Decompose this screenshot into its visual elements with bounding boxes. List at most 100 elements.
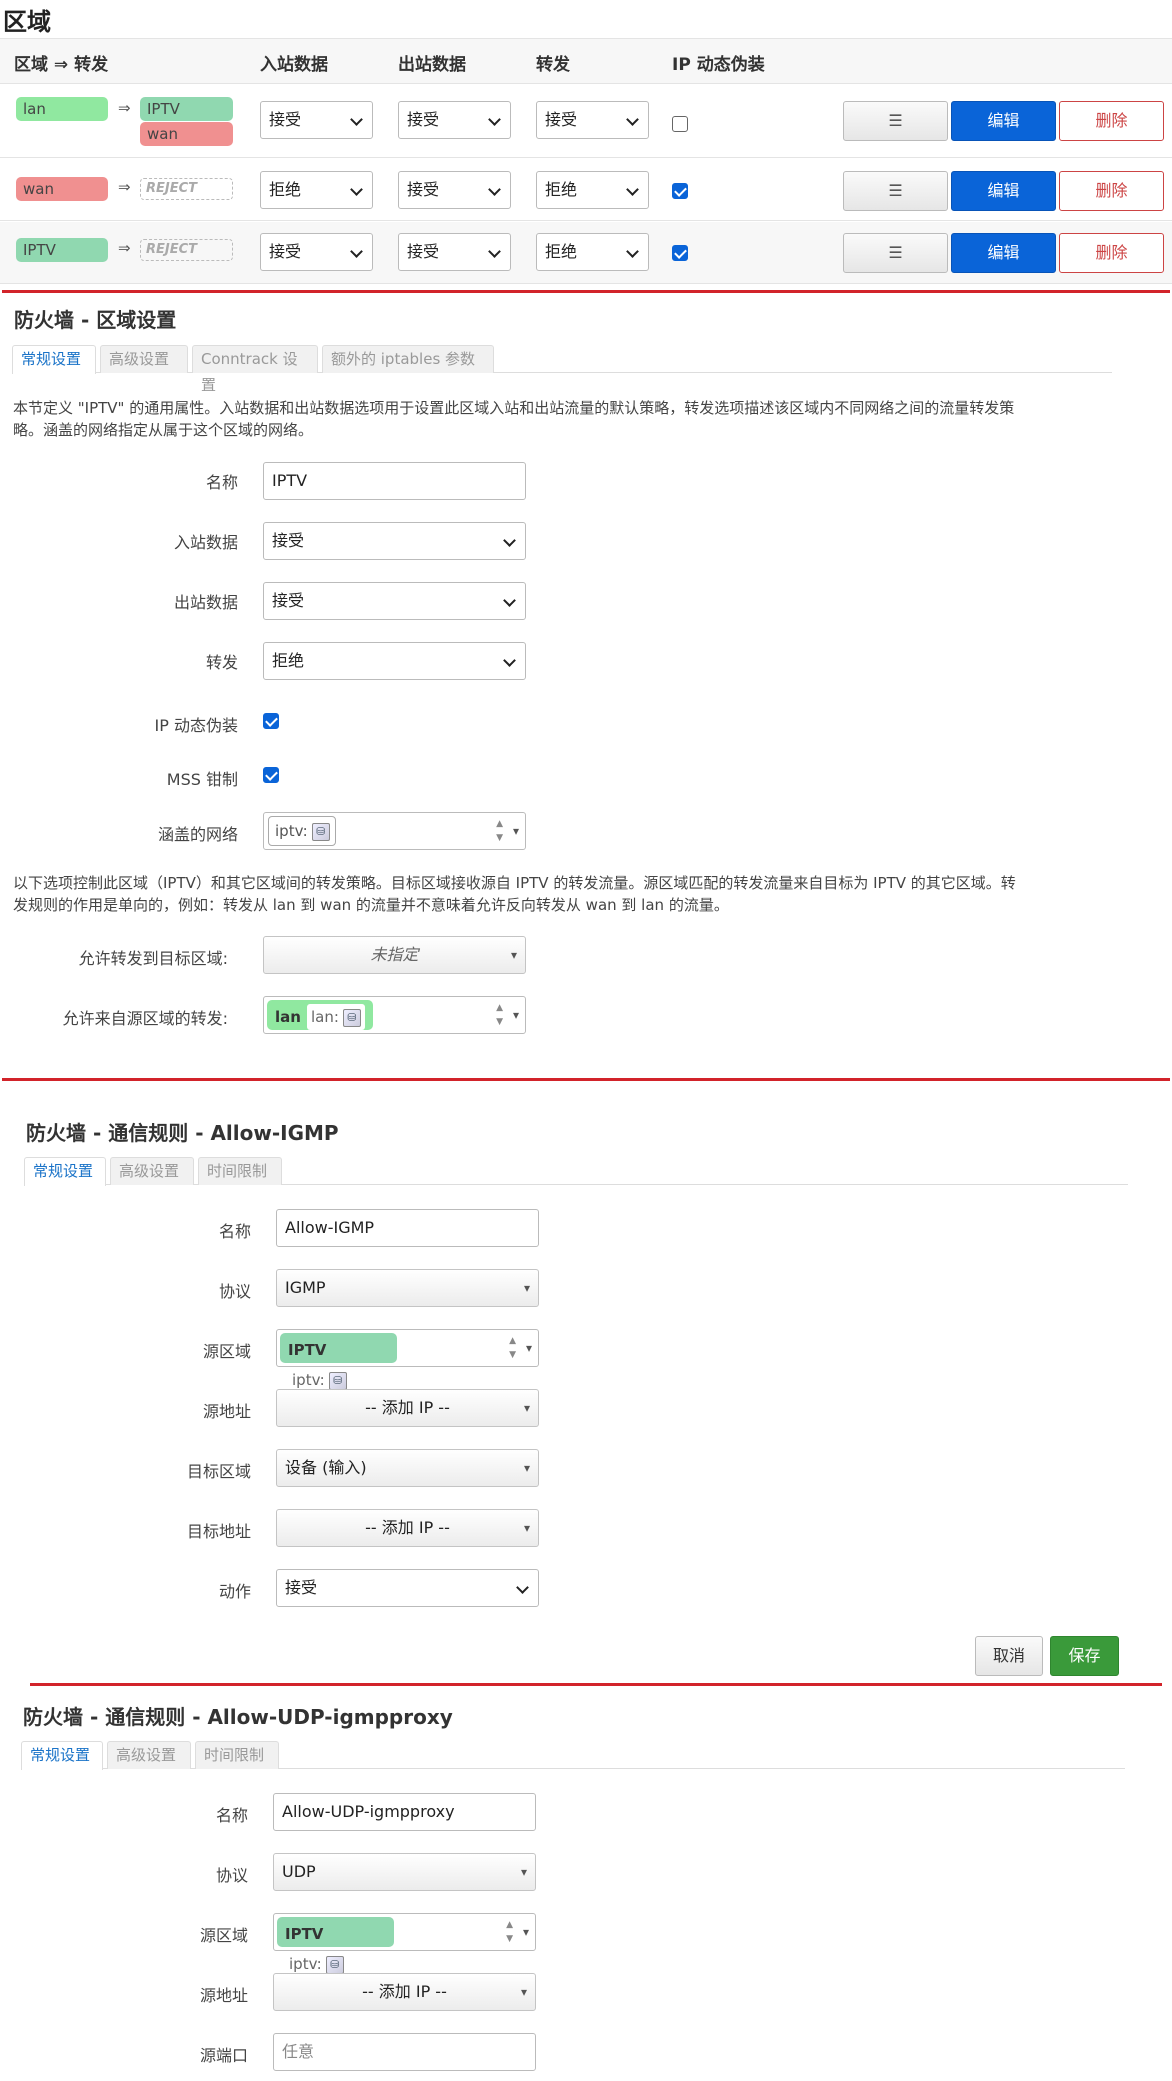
tab-advanced[interactable]: 高级设置 [110,1157,194,1185]
protocol-select[interactable]: UDP [273,1853,536,1891]
tab-conntrack[interactable]: Conntrack 设置 [192,345,318,394]
zone-tag-lan: lan [16,97,108,121]
zone-chip-name: IPTV [288,1341,327,1359]
zone-description-line2: 略。涵盖的网络指定从属于这个区域的网络。 [13,421,314,439]
rule-name-input[interactable]: Allow-IGMP [276,1209,539,1247]
rule-name-input[interactable]: Allow-UDP-igmpproxy [273,1793,536,1831]
allow-to-dest-select[interactable]: 未指定 [263,936,526,974]
forward-policy-select[interactable]: 拒绝 [536,171,649,209]
protocol-label: 协议 [215,1866,248,1885]
dest-addr-label: 目标地址 [186,1522,251,1541]
edit-button[interactable]: 编辑 [951,101,1056,141]
spinner-icon[interactable]: ▲ ▼ [506,1918,513,1946]
network-icon: ⛁ [325,1955,344,1974]
rule2-tabs: 常规设置 高级设置 时间限制 [21,1741,1125,1770]
allow-from-label: 允许来自源区域的转发: [62,1009,228,1028]
separator-line [2,290,1170,293]
separator-line [30,1683,1162,1686]
networks-label: 涵盖的网络 [157,825,238,844]
save-button[interactable]: 保存 [1050,1636,1119,1676]
arrow: ⇒ [118,239,131,257]
edit-button[interactable]: 编辑 [951,171,1056,211]
src-zone-chip-lan: lan lan: ⛁ [267,1000,373,1030]
menu-button[interactable]: ☰ [843,101,948,141]
reject-tag: REJECT [140,239,233,261]
src-addr-select[interactable]: -- 添加 IP -- [276,1389,539,1427]
zone-row-lan: lan ⇒ IPTV wan 接受 接受 接受 ☰ 编辑 删除 [0,85,1172,158]
menu-button[interactable]: ☰ [843,171,948,211]
masq-label: IP 动态伪装 [154,716,238,735]
header-input: 入站数据 [260,55,328,75]
header-zone-forward: 区域 ⇒ 转发 [14,55,109,75]
dest-zone-select[interactable]: 设备 (输入) [276,1449,539,1487]
zone-output-select[interactable]: 接受 [263,582,526,620]
zone-forward-select[interactable]: 拒绝 [263,642,526,680]
zone-tag-iptv: IPTV [16,238,108,262]
name-label: 名称 [215,1806,248,1825]
dest-addr-select[interactable]: -- 添加 IP -- [276,1509,539,1547]
input-policy-select[interactable]: 拒绝 [260,171,373,209]
zone-description-line1: 本节定义 "IPTV" 的通用属性。入站数据和出站数据选项用于设置此区域入站和出… [13,399,1015,417]
input-policy-select[interactable]: 接受 [260,101,373,139]
src-port-label: 源端口 [199,2046,248,2065]
network-icon: ⛁ [342,1008,361,1027]
src-port-input[interactable]: 任意 [273,2033,536,2071]
reject-tag: REJECT [140,178,233,200]
forward-policy-select[interactable]: 拒绝 [536,233,649,271]
spinner-icon[interactable]: ▲ ▼ [509,1334,516,1362]
tab-time[interactable]: 时间限制 [195,1741,279,1769]
rule2-title: 防火墙 - 通信规则 - Allow-UDP-igmpproxy [23,1705,453,1729]
menu-button[interactable]: ☰ [843,233,948,273]
tab-extra-iptables[interactable]: 额外的 iptables 参数 [322,345,494,373]
tab-advanced[interactable]: 高级设置 [100,345,188,373]
forward-description-line2: 发规则的作用是单向的，例如：转发从 lan 到 wan 的流量并不意味着允许反向… [13,896,729,914]
action-select[interactable]: 接受 [276,1569,539,1607]
zone-chip-net: iptv: [289,1955,322,1973]
dropdown-arrow-icon[interactable]: ▾ [526,1341,532,1355]
zone-masq-checkbox[interactable] [263,713,279,729]
forward-policy-select[interactable]: 接受 [536,101,649,139]
masq-checkbox[interactable] [672,116,688,132]
dropdown-arrow-icon[interactable]: ▾ [513,824,519,838]
zone-input-select[interactable]: 接受 [263,522,526,560]
src-zone-select[interactable]: IPTV iptv: ⛁ ▲ ▼ ▾ [273,1913,536,1977]
zones-table-header: 区域 ⇒ 转发 入站数据 出站数据 转发 IP 动态伪装 [0,38,1172,84]
delete-button[interactable]: 删除 [1059,171,1164,211]
src-zone-select[interactable]: IPTV iptv: ⛁ ▲ ▼ ▾ [276,1329,539,1393]
mss-label: MSS 钳制 [166,770,238,789]
delete-button[interactable]: 删除 [1059,233,1164,273]
output-policy-select[interactable]: 接受 [398,171,511,209]
zone-settings-tabs: 常规设置 高级设置 Conntrack 设置 额外的 iptables 参数 [12,345,1112,394]
tab-general[interactable]: 常规设置 [21,1741,103,1770]
delete-button[interactable]: 删除 [1059,101,1164,141]
networks-multiselect[interactable]: iptv: ⛁ ▲ ▼ ▾ [263,812,526,850]
edit-button[interactable]: 编辑 [951,233,1056,273]
zone-chip-net: iptv: [292,1371,325,1389]
masq-checkbox[interactable] [672,245,688,261]
input-policy-select[interactable]: 接受 [260,233,373,271]
network-icon: ⛁ [328,1371,347,1390]
mss-clamp-checkbox[interactable] [263,767,279,783]
dropdown-arrow-icon[interactable]: ▾ [523,1925,529,1939]
spinner-icon[interactable]: ▲ ▼ [496,817,503,845]
tab-general[interactable]: 常规设置 [12,345,96,374]
tab-time[interactable]: 时间限制 [198,1157,282,1185]
tab-general[interactable]: 常规设置 [24,1157,106,1186]
cancel-button[interactable]: 取消 [975,1636,1043,1676]
src-addr-select[interactable]: -- 添加 IP -- [273,1973,536,2011]
allow-from-src-multiselect[interactable]: lan lan: ⛁ ▲ ▼ ▾ [263,996,526,1034]
protocol-select[interactable]: IGMP [276,1269,539,1307]
dropdown-arrow-icon[interactable]: ▾ [513,1008,519,1022]
spinner-icon[interactable]: ▲ ▼ [496,1001,503,1029]
action-label: 动作 [218,1582,251,1601]
output-policy-select[interactable]: 接受 [398,233,511,271]
arrow: ⇒ [118,99,131,117]
src-addr-label: 源地址 [199,1986,248,2005]
output-policy-select[interactable]: 接受 [398,101,511,139]
masq-checkbox[interactable] [672,183,688,199]
zone-name-input[interactable]: IPTV [263,462,526,500]
allow-to-label: 允许转发到目标区域: [78,949,228,968]
tab-advanced[interactable]: 高级设置 [107,1741,191,1769]
src-zone-label: 源区域 [199,1926,248,1945]
rule1-tabs: 常规设置 高级设置 时间限制 [24,1157,1128,1186]
